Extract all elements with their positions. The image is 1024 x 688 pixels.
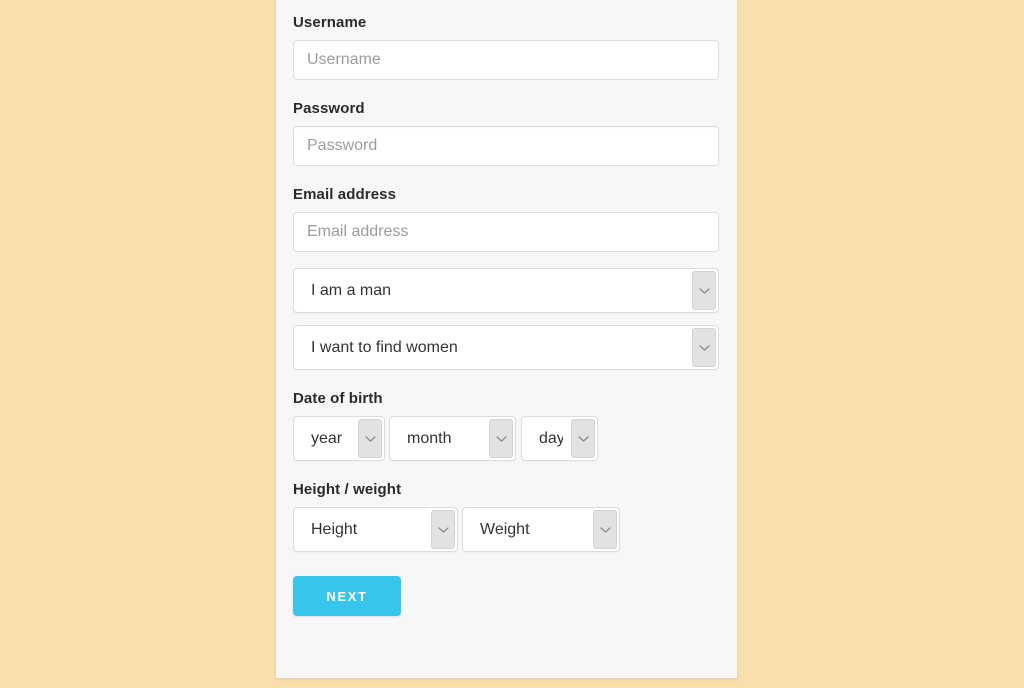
next-button[interactable]: Next — [293, 576, 401, 616]
password-input[interactable] — [293, 126, 719, 166]
height-weight-label: Height / weight — [293, 481, 402, 498]
password-label: Password — [293, 100, 365, 117]
birth-year-value: year — [311, 430, 343, 447]
gender-row: I am a man — [293, 268, 720, 313]
birth-year-select[interactable]: year — [293, 416, 385, 461]
chevron-down-icon[interactable] — [489, 419, 513, 458]
looking-for-row: I want to find women — [293, 325, 720, 370]
signup-form: Username Password Email address I am a m… — [293, 0, 720, 616]
signup-page: Username Password Email address I am a m… — [0, 0, 1024, 688]
chevron-down-icon[interactable] — [593, 510, 617, 549]
date-of-birth-label: Date of birth — [293, 390, 383, 407]
looking-for-select-value: I want to find women — [311, 339, 458, 356]
username-label: Username — [293, 14, 367, 31]
height-weight-row: Height Weight — [293, 507, 720, 552]
birth-month-value: month — [407, 430, 452, 447]
chevron-down-icon[interactable] — [358, 419, 382, 458]
weight-select[interactable]: Weight — [462, 507, 620, 552]
looking-for-select[interactable]: I want to find women — [293, 325, 719, 370]
chevron-down-icon[interactable] — [431, 510, 455, 549]
chevron-down-icon[interactable] — [692, 328, 716, 367]
birth-month-select[interactable]: month — [389, 416, 516, 461]
height-select[interactable]: Height — [293, 507, 458, 552]
email-label: Email address — [293, 186, 397, 203]
username-input[interactable] — [293, 40, 719, 80]
gender-select[interactable]: I am a man — [293, 268, 719, 313]
height-value: Height — [311, 521, 358, 538]
gender-select-value: I am a man — [311, 282, 392, 299]
signup-card: Username Password Email address I am a m… — [276, 0, 737, 678]
weight-value: Weight — [480, 521, 530, 538]
birth-day-select[interactable]: day — [521, 416, 598, 461]
date-of-birth-row: year month day — [293, 416, 720, 461]
chevron-down-icon[interactable] — [571, 419, 595, 458]
birth-day-value: day — [539, 430, 563, 447]
chevron-down-icon[interactable] — [692, 271, 716, 310]
email-input[interactable] — [293, 212, 719, 252]
